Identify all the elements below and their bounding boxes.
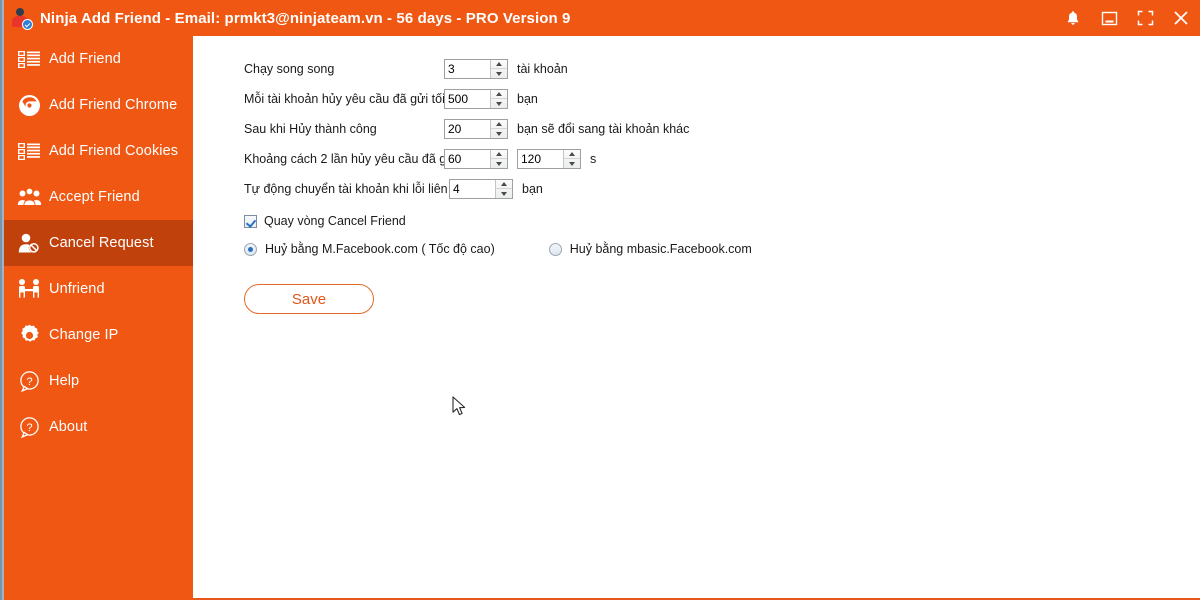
max-cancel-per-account-stepper[interactable] [444,89,508,109]
radio-mbasic-facebook-label: Huỷ bằng mbasic.Facebook.com [569,242,752,256]
row-suffix: s [590,152,597,166]
question-bubble-icon: ? [16,368,42,394]
after-success-switch-input[interactable] [445,120,490,138]
list-person-icon [16,138,42,164]
row-delay-between-cancels: Khoảng cách 2 lần hủy yêu cầu đã gửi s [244,144,1144,174]
sidebar-item-label: About [49,419,88,435]
sidebar-item-add-friend-cookies[interactable]: Add Friend Cookies [4,128,193,174]
row-label: Mỗi tài khoản hủy yêu cầu đã gửi tối đa [244,92,463,106]
row-label: Tự động chuyển tài khoản khi lỗi liên tụ… [244,182,468,196]
people-group-icon [16,184,42,210]
title-bar[interactable]: Ninja Add Friend - Email: prmkt3@ninjate… [0,0,1200,36]
row-parallel-threads: Chạy song song tài khoản [244,54,1144,84]
after-success-switch-stepper[interactable] [444,119,508,139]
svg-text:?: ? [26,421,32,433]
save-button[interactable]: Save [244,284,374,314]
sidebar-item-change-ip[interactable]: Change IP [4,312,193,358]
sidebar-item-label: Unfriend [49,281,105,297]
close-icon[interactable] [1170,7,1192,29]
row-suffix: bạn sẽ đổi sang tài khoản khác [517,122,690,136]
cancel-method-radio-group: Huỷ bằng M.Facebook.com ( Tốc độ cao) Hu… [244,236,1144,262]
row-after-success-switch: Sau khi Hủy thành công bạn sẽ đổi sang t… [244,114,1144,144]
parallel-threads-input[interactable] [445,60,490,78]
stepper-up-icon[interactable] [491,60,507,69]
auto-switch-on-errors-input[interactable] [450,180,495,198]
stepper-buttons[interactable] [490,60,507,78]
radio-mbasic-facebook[interactable] [548,242,562,256]
delay-min-stepper[interactable] [444,149,508,169]
delay-max-input[interactable] [518,150,563,168]
stepper-up-icon[interactable] [564,150,580,159]
status-bar-sliver [193,591,1200,600]
sidebar-item-label: Add Friend [49,51,121,67]
row-suffix: bạn [517,92,538,106]
sidebar-item-help[interactable]: ? Help [4,358,193,404]
sidebar-item-accept-friend[interactable]: Accept Friend [4,174,193,220]
loop-cancel-friend-checkbox[interactable] [244,214,257,228]
row-auto-switch-on-errors: Tự động chuyển tài khoản khi lỗi liên tụ… [244,174,1144,204]
max-cancel-per-account-input[interactable] [445,90,490,108]
sidebar-item-label: Add Friend Chrome [49,97,178,113]
window-left-border [0,0,4,600]
stepper-buttons[interactable] [563,150,580,168]
content-panel: Chạy song song tài khoản Mỗi tài khoản h… [193,36,1200,591]
person-cancel-icon [16,230,42,256]
stepper-down-icon[interactable] [491,129,507,138]
row-suffix: bạn [522,182,543,196]
cancel-request-settings-form: Chạy song song tài khoản Mỗi tài khoản h… [244,54,1144,314]
stepper-down-icon[interactable] [491,69,507,78]
sidebar-item-label: Add Friend Cookies [49,143,179,159]
stepper-down-icon[interactable] [491,159,507,168]
stepper-buttons[interactable] [490,90,507,108]
notification-bell-icon[interactable] [1062,7,1084,29]
sidebar-item-add-friend-chrome[interactable]: Add Friend Chrome [4,82,193,128]
window-left-border-inner [2,0,4,600]
chrome-icon [16,92,42,118]
stepper-up-icon[interactable] [491,150,507,159]
application-window: Ninja Add Friend - Email: prmkt3@ninjate… [0,0,1200,600]
radio-m-facebook-label: Huỷ bằng M.Facebook.com ( Tốc độ cao) [265,242,495,256]
question-bubble-icon: ? [16,414,42,440]
sidebar-item-add-friend[interactable]: Add Friend [4,36,193,82]
loop-cancel-friend-checkbox-row[interactable]: Quay vòng Cancel Friend [244,208,1144,234]
stepper-buttons[interactable] [490,120,507,138]
stepper-up-icon[interactable] [496,180,512,189]
svg-text:?: ? [26,375,32,387]
list-person-icon [16,46,42,72]
delay-max-stepper[interactable] [517,149,581,169]
two-people-icon [16,276,42,302]
sidebar-item-label: Help [49,373,80,389]
window-title: Ninja Add Friend - Email: prmkt3@ninjate… [40,9,571,27]
gear-icon [16,322,42,348]
sidebar-item-label: Cancel Request [49,235,154,251]
window-controls [1062,0,1192,36]
row-label: Khoảng cách 2 lần hủy yêu cầu đã gửi [244,152,458,166]
sidebar-item-label: Change IP [49,327,119,343]
stepper-buttons[interactable] [495,180,512,198]
minimize-icon[interactable] [1098,7,1120,29]
delay-min-input[interactable] [445,150,490,168]
parallel-threads-stepper[interactable] [444,59,508,79]
sidebar: Add Friend Add Friend Chrome Add Friend … [4,36,193,600]
stepper-up-icon[interactable] [491,120,507,129]
row-label: Chạy song song [244,62,335,76]
ninja-app-icon [10,7,33,30]
auto-switch-on-errors-stepper[interactable] [449,179,513,199]
sidebar-item-cancel-request[interactable]: Cancel Request [4,220,193,266]
row-suffix: tài khoản [517,62,568,76]
stepper-up-icon[interactable] [491,90,507,99]
sidebar-item-about[interactable]: ? About [4,404,193,450]
row-label: Sau khi Hủy thành công [244,122,377,136]
stepper-down-icon[interactable] [564,159,580,168]
row-max-cancel-per-account: Mỗi tài khoản hủy yêu cầu đã gửi tối đa … [244,84,1144,114]
stepper-down-icon[interactable] [496,189,512,198]
sidebar-item-unfriend[interactable]: Unfriend [4,266,193,312]
radio-m-facebook[interactable] [244,242,257,256]
stepper-down-icon[interactable] [491,99,507,108]
maximize-icon[interactable] [1134,7,1156,29]
stepper-buttons[interactable] [490,150,507,168]
loop-cancel-friend-label: Quay vòng Cancel Friend [264,214,406,228]
sidebar-item-label: Accept Friend [49,189,140,205]
